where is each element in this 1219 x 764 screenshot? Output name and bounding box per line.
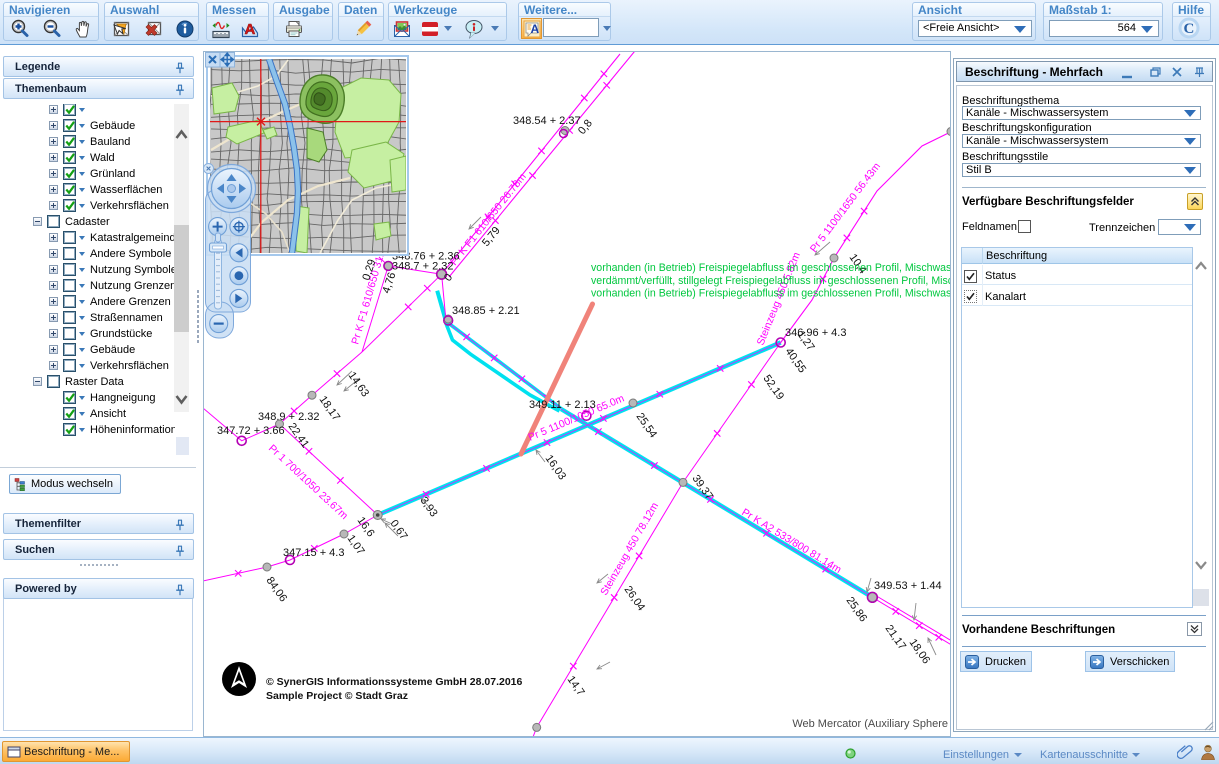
svg-text:347.15 + 4.3: 347.15 + 4.3 (283, 547, 344, 559)
svg-text:348.85 + 2.21: 348.85 + 2.21 (452, 305, 520, 317)
svg-text:348.54 + 2.37: 348.54 + 2.37 (513, 115, 581, 127)
svg-text:vorhanden (in Betrieb) Freispi: vorhanden (in Betrieb) Freispiegelabflus… (591, 262, 951, 274)
svg-text:A: A (531, 22, 540, 36)
svg-text:C: C (1184, 21, 1195, 37)
svg-text:vorhanden (in Betrieb) Freispi: vorhanden (in Betrieb) Freispiegelabflus… (591, 288, 951, 300)
svg-text:349.53 + 1.44: 349.53 + 1.44 (874, 580, 942, 592)
svg-text:346.96 + 4.3: 346.96 + 4.3 (785, 327, 846, 339)
svg-text:Sample Project © Stadt Graz: Sample Project © Stadt Graz (266, 690, 408, 702)
svg-text:349.11 + 2.13: 349.11 + 2.13 (529, 399, 596, 411)
svg-text:verdämmt/verfüllt, stillgelegt: verdämmt/verfüllt, stillgelegt Freispieg… (591, 275, 951, 287)
svg-text:Web Mercator (Auxiliary Sphere: Web Mercator (Auxiliary Sphere (792, 718, 948, 730)
svg-text:347.72 + 3.66: 347.72 + 3.66 (217, 425, 285, 437)
svg-text:© SynerGIS Informationssysteme: © SynerGIS Informationssysteme GmbH 28.0… (266, 676, 523, 688)
svg-text:348.9 + 2.32: 348.9 + 2.32 (258, 411, 319, 423)
svg-text:348.7 + 2.32: 348.7 + 2.32 (392, 261, 453, 273)
svg-text:A: A (245, 21, 256, 38)
